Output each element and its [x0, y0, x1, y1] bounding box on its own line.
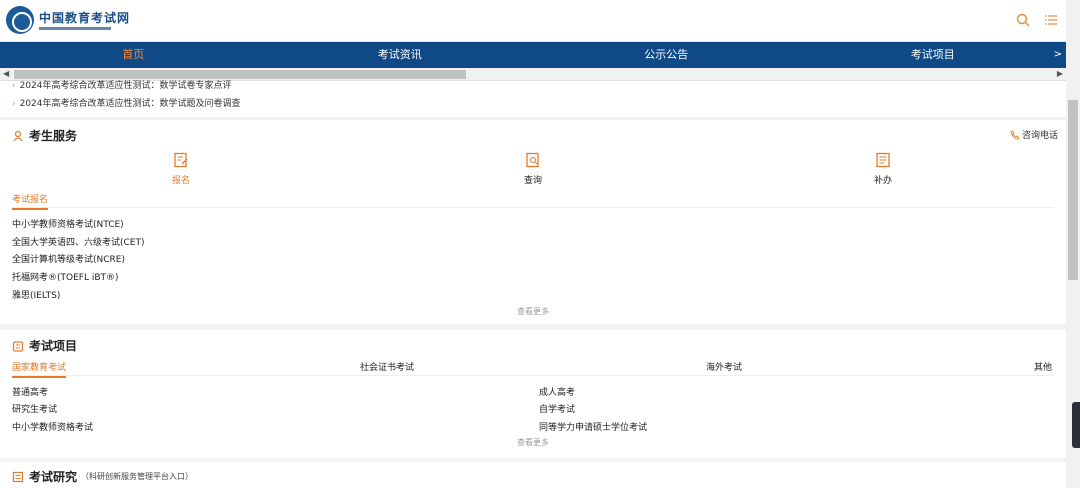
- scroll-left-arrow-icon[interactable]: ◀: [3, 69, 9, 78]
- query-icon: [526, 152, 539, 168]
- list-item[interactable]: 全国计算机等级考试(NCRE): [12, 252, 125, 265]
- query-button[interactable]: 查询: [503, 152, 563, 186]
- research-title[interactable]: 考试研究 （科研创新服务管理平台入口）: [12, 468, 193, 485]
- tab-other[interactable]: 其他: [1034, 360, 1052, 373]
- reissue-button[interactable]: 补办: [853, 152, 913, 186]
- tab-certificate-exams[interactable]: 社会证书考试: [360, 360, 414, 373]
- list-item[interactable]: 中小学教师资格考试(NTCE): [12, 217, 124, 230]
- list-item[interactable]: 普通高考: [12, 385, 48, 398]
- list-item[interactable]: 成人高考: [539, 385, 575, 398]
- site-logo[interactable]: 中国教育考试网: [6, 6, 130, 34]
- register-icon: [174, 152, 188, 168]
- list-item[interactable]: 托福网考®(TOEFL iBT®): [12, 270, 119, 283]
- research-title-text: 考试研究: [29, 470, 78, 484]
- divider: [12, 375, 1054, 376]
- nav-item-home[interactable]: 首页: [0, 42, 267, 68]
- register-button[interactable]: 报名: [151, 152, 211, 186]
- scroll-right-arrow-icon[interactable]: ▶: [1057, 69, 1063, 78]
- consult-label: 咨询电话: [1021, 131, 1058, 141]
- main-nav: 首页 考试资讯 公示公告 考试项目 >: [0, 42, 1066, 68]
- services-more-link[interactable]: 查看更多: [0, 306, 1066, 317]
- exam-projects-section: 考试项目 国家教育考试 社会证书考试 海外考试 其他 普通高考 研究生考试 中小…: [0, 330, 1066, 458]
- nav-more-arrow[interactable]: >: [1054, 42, 1062, 68]
- exam-research-section: 考试研究 （科研创新服务管理平台入口）: [0, 462, 1066, 488]
- search-icon[interactable]: [1016, 12, 1032, 28]
- services-section: 考生服务 咨询电话 报名 查询 补办 考试报名 中小学教师资格考试(NTCE) …: [0, 120, 1066, 324]
- page: 中国教育考试网 首页 考试资讯 公示公告 考试项目 > ◀ ▶ 2024年高考综…: [0, 0, 1080, 488]
- logo-text: 中国教育考试网: [39, 10, 131, 25]
- logo-subtext-bar: [39, 26, 111, 30]
- query-label: 查询: [523, 176, 542, 186]
- tab-overseas-exams[interactable]: 海外考试: [706, 360, 742, 373]
- consult-phone-link[interactable]: 咨询电话: [1010, 128, 1058, 141]
- list-item[interactable]: 中小学教师资格考试: [12, 420, 93, 433]
- reissue-icon: [876, 152, 890, 168]
- research-subtitle: （科研创新服务管理平台入口）: [81, 472, 194, 481]
- reissue-label: 补办: [873, 176, 892, 186]
- list-item[interactable]: 同等学力申请硕士学位考试: [539, 420, 647, 433]
- news-item[interactable]: 2024年高考综合改革适应性测试：数学试题及问卷调查: [12, 96, 241, 109]
- list-item[interactable]: 全国大学英语四、六级考试(CET): [12, 235, 145, 248]
- news-item[interactable]: 2024年高考综合改革适应性测试：数学试卷专家点评: [12, 78, 232, 91]
- projects-title-text: 考试项目: [29, 339, 78, 353]
- list-item[interactable]: 研究生考试: [12, 402, 57, 415]
- nav-item-notices[interactable]: 公示公告: [533, 42, 800, 68]
- divider: [12, 207, 1054, 208]
- services-title: 考生服务: [12, 127, 77, 144]
- services-icon: [12, 130, 24, 142]
- phone-icon: [1010, 129, 1020, 139]
- services-title-text: 考生服务: [29, 129, 78, 143]
- site-header: 中国教育考试网: [0, 0, 1080, 42]
- research-icon: [12, 471, 24, 483]
- news-list: 2024年高考综合改革适应性测试：数学试卷专家点评 2024年高考综合改革适应性…: [0, 81, 1066, 117]
- logo-seal-icon: [6, 6, 34, 34]
- list-item[interactable]: 自学考试: [539, 402, 575, 415]
- side-floating-widget[interactable]: [1072, 402, 1080, 448]
- menu-list-icon[interactable]: [1044, 12, 1060, 28]
- projects-more-link[interactable]: 查看更多: [0, 437, 1066, 448]
- list-item[interactable]: 雅思(IELTS): [12, 288, 60, 301]
- projects-icon: [12, 340, 24, 352]
- nav-item-news[interactable]: 考试资讯: [267, 42, 534, 68]
- register-label: 报名: [171, 176, 190, 186]
- projects-title: 考试项目: [12, 337, 77, 354]
- nav-item-exams[interactable]: 考试项目: [800, 42, 1067, 68]
- vertical-scroll-thumb[interactable]: [1068, 100, 1078, 280]
